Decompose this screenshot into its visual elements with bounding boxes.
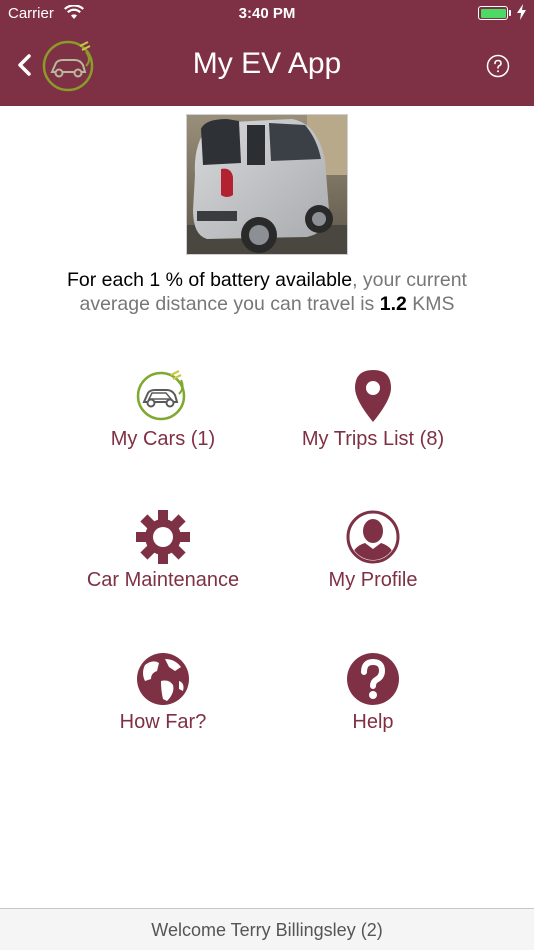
my-cars-label: My Cars (1) [110, 428, 216, 450]
gear-icon [136, 510, 190, 564]
battery-tip [509, 10, 511, 16]
how-far-button[interactable]: How Far? [43, 651, 283, 734]
help-button[interactable]: Help [253, 651, 493, 734]
app-header: Carrier 3:40 PM My EV App [0, 0, 534, 106]
charging-bolt-icon [517, 4, 526, 24]
header-help-button[interactable] [486, 54, 510, 78]
battery-icon [478, 6, 508, 20]
help-label: Help [352, 711, 394, 733]
ev-car-icon [136, 370, 186, 421]
question-circle-icon [486, 54, 510, 78]
info-battery-text: For each 1 % of battery available [67, 269, 353, 291]
status-time: 3:40 PM [238, 5, 296, 22]
question-icon [347, 653, 399, 705]
footer-bar: Welcome Terry Billingsley (2) [0, 909, 534, 950]
car-maintenance-label: Car Maintenance [86, 569, 240, 591]
car-maintenance-button[interactable]: Car Maintenance [43, 509, 283, 592]
distance-unit: KMS [406, 293, 455, 315]
welcome-text: Welcome Terry Billingsley (2) [151, 920, 383, 940]
my-profile-label: My Profile [328, 569, 418, 591]
map-pin-icon [355, 370, 391, 422]
my-trips-label: My Trips List (8) [301, 428, 445, 450]
my-cars-button[interactable]: My Cars (1) [43, 368, 283, 451]
how-far-label: How Far? [119, 711, 207, 733]
globe-icon [137, 653, 189, 705]
battery-distance-info: For each 1 % of battery available, your … [60, 268, 474, 316]
my-trips-button[interactable]: My Trips List (8) [253, 368, 493, 451]
distance-value: 1.2 [379, 293, 407, 315]
user-silhouette-icon [346, 510, 400, 564]
car-photo [186, 114, 348, 255]
my-profile-button[interactable]: My Profile [253, 509, 493, 592]
status-bar: Carrier 3:40 PM [0, 0, 534, 28]
page-title: My EV App [192, 47, 342, 80]
